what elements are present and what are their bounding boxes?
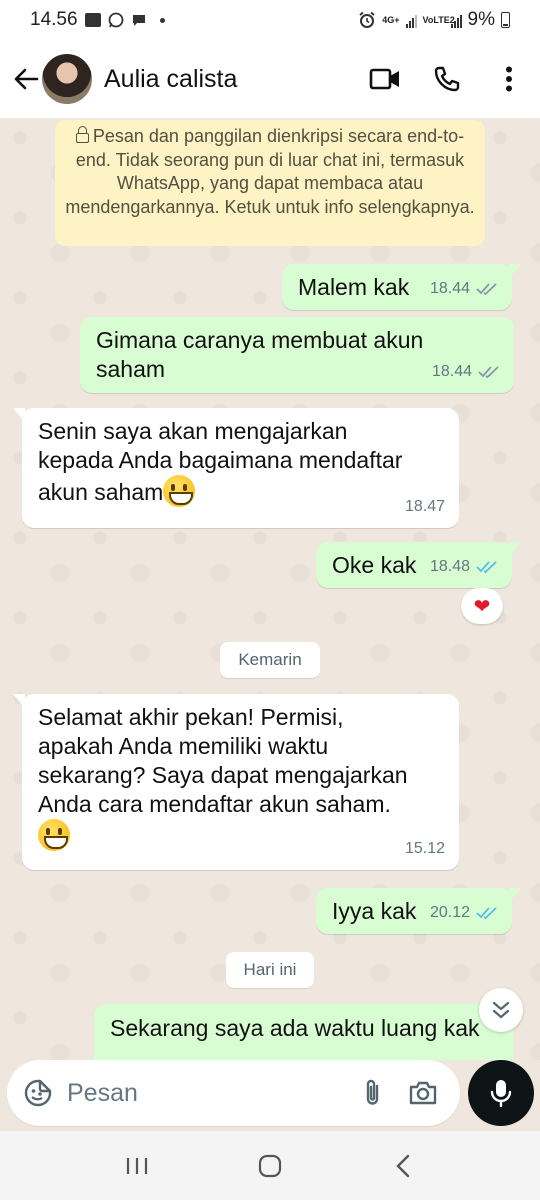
chevron-left-icon <box>396 1154 410 1177</box>
recent-apps-icon <box>126 1157 147 1174</box>
message-text: Gimana caranya membuat akun <box>96 327 424 353</box>
date-chip: Hari ini <box>226 952 314 988</box>
battery-percent: 9% <box>467 9 495 30</box>
home-icon <box>258 1154 282 1177</box>
chat-area[interactable]: Pesan dan panggilan dienkripsi secara en… <box>0 118 540 1060</box>
message-text: Anda cara mendaftar akun saham. <box>38 791 391 817</box>
phone-icon <box>434 66 460 92</box>
signal-icon-2 <box>450 12 462 28</box>
system-navigation-bar <box>0 1131 540 1200</box>
date-chip: Kemarin <box>220 642 320 678</box>
voice-message-button[interactable] <box>468 1060 534 1126</box>
scroll-to-bottom-button[interactable] <box>479 988 523 1032</box>
message-incoming[interactable]: Senin saya akan mengajarkan kepada Anda … <box>13 408 459 528</box>
home-button[interactable] <box>240 1141 300 1191</box>
network-type: 4G+ <box>382 14 400 25</box>
message-time: 18.47 <box>404 498 445 515</box>
message-text: Iyya kak <box>332 898 417 924</box>
attach-button[interactable] <box>348 1068 398 1118</box>
contact-name[interactable]: Aulia calista <box>104 65 237 94</box>
chat-notification-icon <box>132 15 145 26</box>
message-outgoing[interactable]: Sekarang saya ada waktu luang kak <box>94 1004 523 1060</box>
battery-icon <box>501 12 510 28</box>
contact-avatar[interactable] <box>42 54 92 104</box>
status-bar: 14.56 4G+ VoLTE2 9% <box>0 0 540 40</box>
video-call-button[interactable] <box>354 49 416 109</box>
chat-header: Aulia calista <box>0 40 540 118</box>
message-time: 15.12 <box>404 840 445 857</box>
message-outgoing[interactable]: Gimana caranya membuat akun saham 18.44 <box>80 317 514 393</box>
message-text: Sekarang saya ada waktu luang kak <box>110 1015 480 1041</box>
sticker-icon <box>24 1079 52 1107</box>
video-camera-icon <box>369 68 399 90</box>
whatsapp-notification-icon <box>108 12 123 28</box>
microphone-icon <box>490 1080 512 1108</box>
message-text: kepada Anda bagaimana mendaftar <box>38 447 403 473</box>
alarm-icon <box>359 11 375 28</box>
heart-icon: ❤ <box>473 595 491 618</box>
message-time: 18.44 <box>429 280 470 297</box>
message-time: 18.44 <box>431 363 472 380</box>
encryption-text: Pesan dan panggilan dienkripsi secara en… <box>65 126 475 217</box>
double-check-read-icon <box>476 906 497 919</box>
double-chevron-down-icon <box>492 1001 510 1019</box>
message-incoming[interactable]: Selamat akhir pekan! Permisi, apakah And… <box>13 694 459 870</box>
signal-icon-1 <box>405 12 417 28</box>
message-text: Malem kak <box>298 274 410 300</box>
double-check-icon <box>476 282 497 295</box>
camera-button[interactable] <box>398 1068 448 1118</box>
lock-icon <box>75 126 89 143</box>
arrow-left-icon <box>14 68 39 90</box>
message-composer: Pesan <box>7 1060 460 1126</box>
recent-apps-button[interactable] <box>107 1141 167 1191</box>
gallery-notification-icon <box>84 13 101 27</box>
sticker-button[interactable] <box>13 1068 63 1118</box>
grinning-face-emoji-icon <box>163 475 196 507</box>
message-text: saham <box>96 356 166 382</box>
message-text: Senin saya akan mengajarkan <box>38 418 348 444</box>
encryption-notice[interactable]: Pesan dan panggilan dienkripsi secara en… <box>55 120 485 246</box>
message-time: 20.12 <box>429 904 470 921</box>
status-time: 14.56 <box>30 9 78 30</box>
paperclip-icon <box>366 1079 379 1105</box>
message-text: Selamat akhir pekan! Permisi, <box>38 704 344 730</box>
double-check-read-icon <box>476 560 497 573</box>
message-time: 18.48 <box>429 558 470 575</box>
more-notifications-dot <box>159 17 165 23</box>
message-text: sekarang? Saya dapat mengajarkan <box>38 762 408 788</box>
message-text: Oke kak <box>332 552 417 578</box>
more-options-button[interactable] <box>478 49 540 109</box>
grinning-face-emoji-icon <box>38 819 70 851</box>
message-text: apakah Anda memiliki waktu <box>38 733 329 759</box>
message-outgoing[interactable]: Oke kak 18.48 <box>316 542 521 588</box>
double-check-icon <box>478 365 499 378</box>
message-text: akun saham <box>38 479 164 505</box>
message-outgoing[interactable]: Iyya kak 20.12 <box>316 888 521 934</box>
back-nav-button[interactable] <box>373 1141 433 1191</box>
heart-reaction[interactable]: ❤ <box>461 588 503 624</box>
voice-call-button[interactable] <box>416 49 478 109</box>
volte-label: VoLTE2 <box>422 14 455 25</box>
message-outgoing[interactable]: Malem kak 18.44 <box>282 264 521 310</box>
camera-icon <box>409 1081 437 1105</box>
more-vertical-icon <box>506 66 512 92</box>
message-input[interactable]: Pesan <box>67 1079 348 1108</box>
